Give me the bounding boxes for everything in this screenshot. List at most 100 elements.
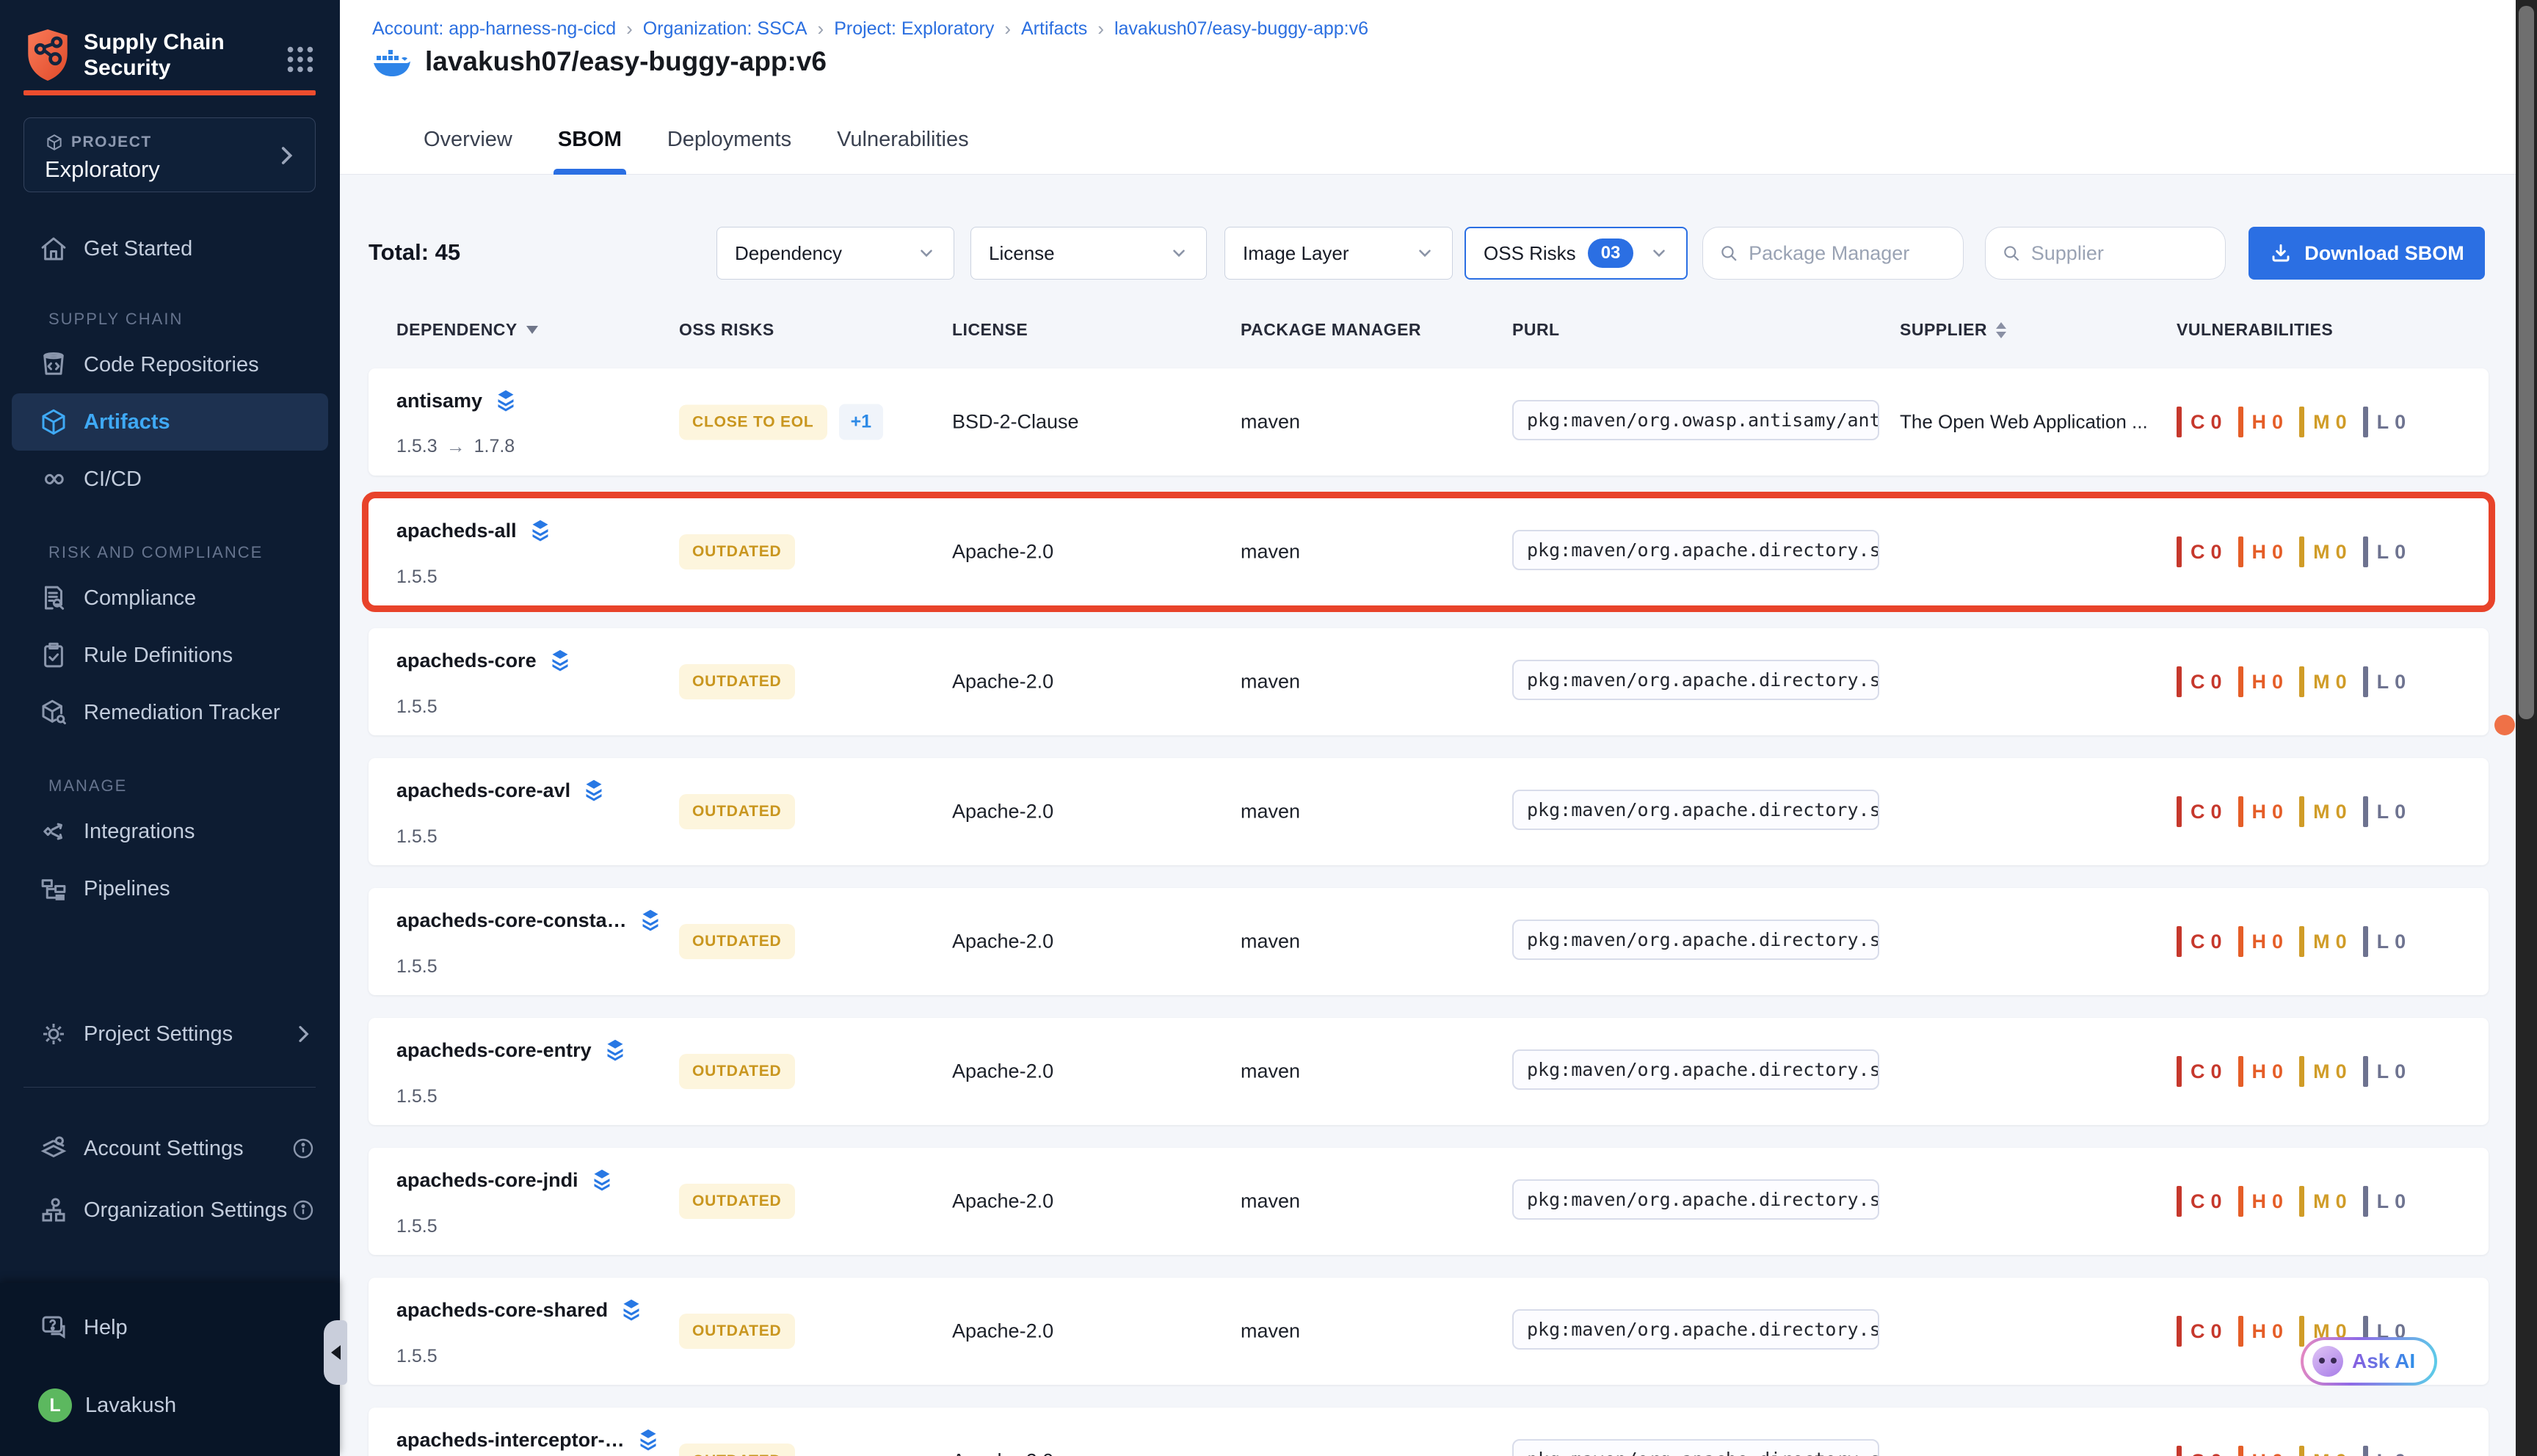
purl-pill[interactable]: pkg:maven/org.apache.directory.s… [1512,1439,1879,1456]
license-filter[interactable]: License [970,227,1207,280]
risk-badge: OUTDATED [679,1054,795,1089]
severity-bar-icon [2363,536,2368,567]
severity-bar-icon [2299,1316,2304,1347]
sidebar-item-integrations[interactable]: Integrations [0,803,340,860]
vulnerability-count-h: H0 [2238,1316,2284,1347]
column-header-oss-risks[interactable]: OSS RISKS [679,320,774,340]
dependency-cell: apacheds-all1.5.5 [396,498,675,605]
dependency-layers-icon [493,387,519,414]
severity-bar-icon [2363,1446,2368,1456]
column-header-dependency[interactable]: DEPENDENCY [396,320,538,340]
sidebar-item-account-settings[interactable]: Account Settings [0,1120,340,1177]
purl-pill[interactable]: pkg:maven/org.apache.directory.s… [1512,530,1879,570]
dependency-filter[interactable]: Dependency [716,227,954,280]
vulnerability-count-l: L0 [2363,536,2406,567]
dependency-name[interactable]: apacheds-core-entry [396,1039,592,1062]
table-row-highlighted[interactable]: apacheds-all1.5.5OUTDATEDApache-2.0maven… [369,498,2489,605]
purl-pill[interactable]: pkg:maven/org.apache.directory.s… [1512,790,1879,830]
oss-risks-cell: OUTDATED [679,664,795,699]
sidebar-item-get-started[interactable]: Get Started [0,220,340,277]
table-row[interactable]: antisamy1.5.3→1.7.8CLOSE TO EOL+1BSD-2-C… [369,368,2489,476]
purl-pill[interactable]: pkg:maven/org.owasp.antisamy/ant… [1512,400,1879,440]
dependency-version: 1.5.5 [396,1216,675,1237]
oss-risks-cell: CLOSE TO EOL+1 [679,404,883,440]
column-header-supplier[interactable]: SUPPLIER [1900,320,2006,340]
tab-overview[interactable]: Overview [424,110,512,175]
breadcrumb-link[interactable]: Artifacts [1021,18,1087,40]
download-sbom-button[interactable]: Download SBOM [2249,227,2485,280]
vulnerability-count-h: H0 [2238,1056,2284,1087]
dependency-cell: apacheds-core-consta…1.5.5 [396,888,675,995]
table-row[interactable]: apacheds-core-entry1.5.5OUTDATEDApache-2… [369,1018,2489,1125]
project-selector[interactable]: PROJECT Exploratory [23,117,316,192]
column-header-vulnerabilities[interactable]: VULNERABILITIES [2177,320,2333,340]
purl-pill[interactable]: pkg:maven/org.apache.directory.s… [1512,1179,1879,1220]
sidebar-collapse-handle[interactable] [324,1320,347,1385]
sidebar-item-artifacts[interactable]: Artifacts [12,393,328,451]
table-row[interactable]: apacheds-interceptor-…OUTDATEDApache-2.0… [369,1408,2489,1456]
table-row[interactable]: apacheds-core-avl1.5.5OUTDATEDApache-2.0… [369,758,2489,865]
oss-risks-filter-label: OSS Risks [1484,242,1576,265]
table-row[interactable]: apacheds-core-consta…1.5.5OUTDATEDApache… [369,888,2489,995]
page-scrollbar[interactable] [2516,0,2537,1456]
package-manager-search-input[interactable] [1749,242,1947,265]
vulnerabilities-cell: C0H0M0L0 [2177,1056,2422,1087]
table-row[interactable]: apacheds-core-jndi1.5.5OUTDATEDApache-2.… [369,1148,2489,1255]
tab-deployments[interactable]: Deployments [667,110,791,175]
dependency-name[interactable]: antisamy [396,390,482,412]
table-row[interactable]: apacheds-core-shared1.5.5OUTDATEDApache-… [369,1278,2489,1385]
breadcrumb-link[interactable]: Project: Exploratory [834,18,994,40]
tab-vulnerabilities[interactable]: Vulnerabilities [837,110,968,175]
dependency-name[interactable]: apacheds-core-shared [396,1299,608,1322]
sidebar-item-compliance[interactable]: Compliance [0,569,340,627]
table-row[interactable]: apacheds-core1.5.5OUTDATEDApache-2.0mave… [369,628,2489,735]
breadcrumb-separator-icon: › [1004,18,1011,40]
image-layer-filter[interactable]: Image Layer [1224,227,1453,280]
sidebar-item-project-settings[interactable]: Project Settings [0,1005,340,1063]
integrations-icon [38,816,69,847]
sidebar-item-help[interactable]: Help [0,1299,340,1356]
sidebar-item-ci-cd[interactable]: CI/CD [0,451,340,508]
tab-sbom[interactable]: SBOM [558,110,622,175]
vulnerabilities-cell: C0H0M0L0 [2177,796,2422,827]
column-header-package-manager[interactable]: PACKAGE MANAGER [1241,320,1421,340]
dependency-name[interactable]: apacheds-core-avl [396,779,570,802]
module-grid-icon[interactable] [283,43,317,76]
dependency-name[interactable]: apacheds-interceptor-… [396,1429,625,1452]
column-header-license[interactable]: LICENSE [952,320,1028,340]
vulnerabilities-cell: C0H0M0L0 [2177,666,2422,697]
user-menu[interactable]: L Lavakush [0,1377,340,1434]
purl-pill[interactable]: pkg:maven/org.apache.directory.s… [1512,1049,1879,1090]
oss-risks-filter[interactable]: OSS Risks 03 [1465,227,1688,280]
column-header-purl[interactable]: PURL [1512,320,1560,340]
info-icon[interactable] [291,1137,315,1160]
purl-pill[interactable]: pkg:maven/org.apache.directory.s… [1512,920,1879,960]
sidebar-item-remediation-tracker[interactable]: Remediation Tracker [0,684,340,741]
purl-cell: pkg:maven/org.apache.directory.s… [1512,790,1879,834]
scrollbar-thumb[interactable] [2519,6,2534,719]
info-icon[interactable] [291,1198,315,1222]
sidebar-item-code-repositories[interactable]: Code Repositories [0,336,340,393]
oss-risks-cell: OUTDATED [679,794,795,829]
breadcrumb-link[interactable]: lavakush07/easy-buggy-app:v6 [1114,18,1368,40]
supplier-search-input[interactable] [2031,242,2209,265]
sort-descending-icon [526,326,538,334]
oss-risks-cell: OUTDATED [679,1444,795,1456]
sidebar-item-label: Artifacts [84,410,170,434]
breadcrumb-link[interactable]: Account: app-harness-ng-cicd [372,18,616,40]
ask-ai-button[interactable]: Ask AI [2301,1337,2437,1386]
dependency-name[interactable]: apacheds-core-jndi [396,1169,578,1192]
sidebar-item-rule-definitions[interactable]: Rule Definitions [0,627,340,684]
dependency-name[interactable]: apacheds-all [396,520,517,542]
dependency-name[interactable]: apacheds-core-consta… [396,909,627,932]
purl-pill[interactable]: pkg:maven/org.apache.directory.s… [1512,1309,1879,1350]
download-icon [2269,241,2293,265]
dependency-version: 1.5.5 [396,696,675,718]
severity-bar-icon [2238,1056,2243,1087]
sidebar-item-pipelines[interactable]: Pipelines [0,860,340,917]
breadcrumb-link[interactable]: Organization: SSCA [643,18,807,40]
purl-pill[interactable]: pkg:maven/org.apache.directory.s… [1512,660,1879,700]
sidebar-item-organization-settings[interactable]: Organization Settings [0,1182,340,1239]
risk-extra-count-chip[interactable]: +1 [839,404,884,440]
dependency-name[interactable]: apacheds-core [396,649,537,672]
